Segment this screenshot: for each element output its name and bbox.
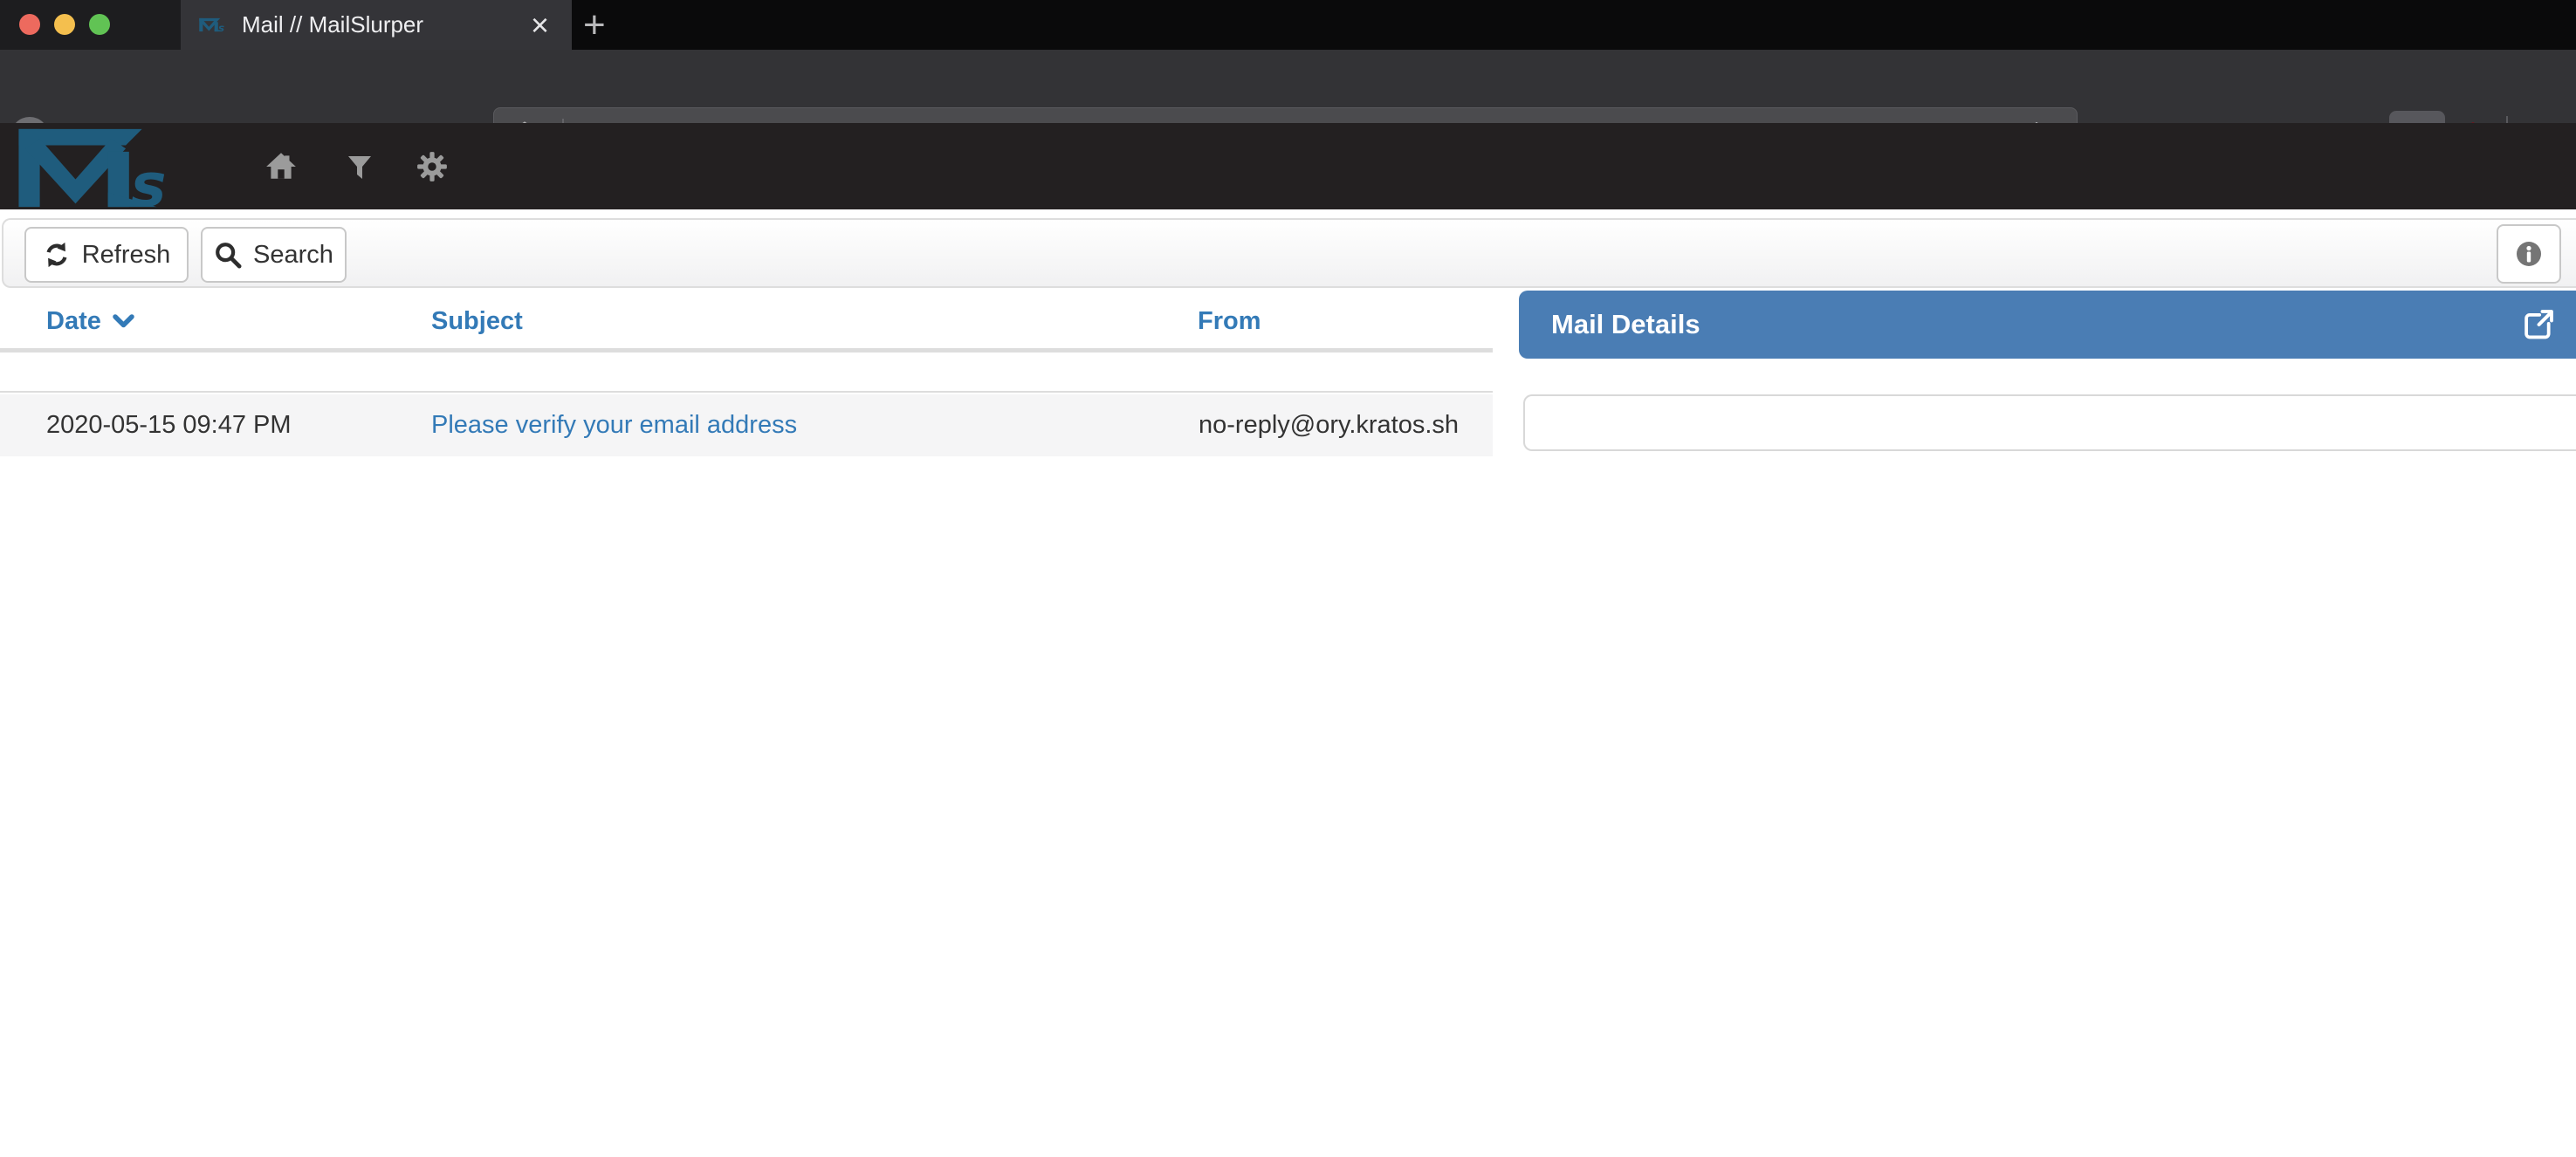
window-close-button[interactable]	[19, 14, 40, 35]
app-settings-gear-button[interactable]	[416, 150, 449, 183]
browser-window: Mail // MailSlurper × +	[0, 0, 2576, 1157]
info-button[interactable]	[2497, 224, 2561, 284]
window-zoom-button[interactable]	[89, 14, 110, 35]
mailslurper-logo	[12, 127, 207, 209]
table-row-empty	[0, 353, 1493, 393]
search-button[interactable]: Search	[201, 227, 347, 283]
mail-subject-link[interactable]: Please verify your email address	[431, 394, 797, 456]
tab-close-icon[interactable]: ×	[531, 10, 549, 41]
column-header-from[interactable]: From	[1198, 293, 1261, 349]
column-header-subject[interactable]: Subject	[431, 293, 523, 349]
info-icon	[2514, 239, 2544, 269]
app-header	[0, 123, 2576, 209]
browser-nav-toolbar: 127.0.0.1:4436 •••	[0, 50, 2576, 123]
app-filter-button[interactable]	[347, 154, 373, 181]
app-toolbar: Refresh Search	[2, 218, 2576, 288]
mailslurper-favicon-icon	[198, 17, 231, 32]
search-icon	[214, 241, 242, 269]
refresh-button-label: Refresh	[82, 241, 171, 270]
column-header-date-label: Date	[46, 293, 101, 349]
tab-title: Mail // MailSlurper	[242, 11, 423, 38]
external-link-icon[interactable]	[2521, 307, 2556, 342]
mail-details-empty-box	[1523, 394, 2576, 451]
sort-chevron-down-icon	[112, 313, 135, 330]
browser-tab[interactable]: Mail // MailSlurper ×	[181, 0, 572, 50]
table-row: 2020-05-15 09:47 PM Please verify your e…	[0, 394, 1493, 456]
mail-table-header: Date Subject From	[0, 293, 1493, 349]
refresh-button[interactable]: Refresh	[24, 227, 189, 283]
window-controls	[19, 14, 110, 35]
mail-date-cell: 2020-05-15 09:47 PM	[46, 394, 292, 456]
mail-details-title: Mail Details	[1551, 291, 1700, 359]
column-header-subject-label: Subject	[431, 293, 523, 349]
column-header-from-label: From	[1198, 293, 1261, 349]
window-minimize-button[interactable]	[54, 14, 75, 35]
refresh-icon	[43, 241, 71, 269]
new-tab-button[interactable]: +	[583, 2, 606, 48]
app-home-button[interactable]	[264, 149, 298, 182]
browser-tab-bar: Mail // MailSlurper × +	[0, 0, 2576, 50]
column-header-date[interactable]: Date	[46, 293, 135, 349]
search-button-label: Search	[253, 241, 333, 270]
mail-details-header: Mail Details	[1519, 291, 2576, 359]
mail-from-cell: no-reply@ory.kratos.sh	[1199, 394, 1459, 456]
